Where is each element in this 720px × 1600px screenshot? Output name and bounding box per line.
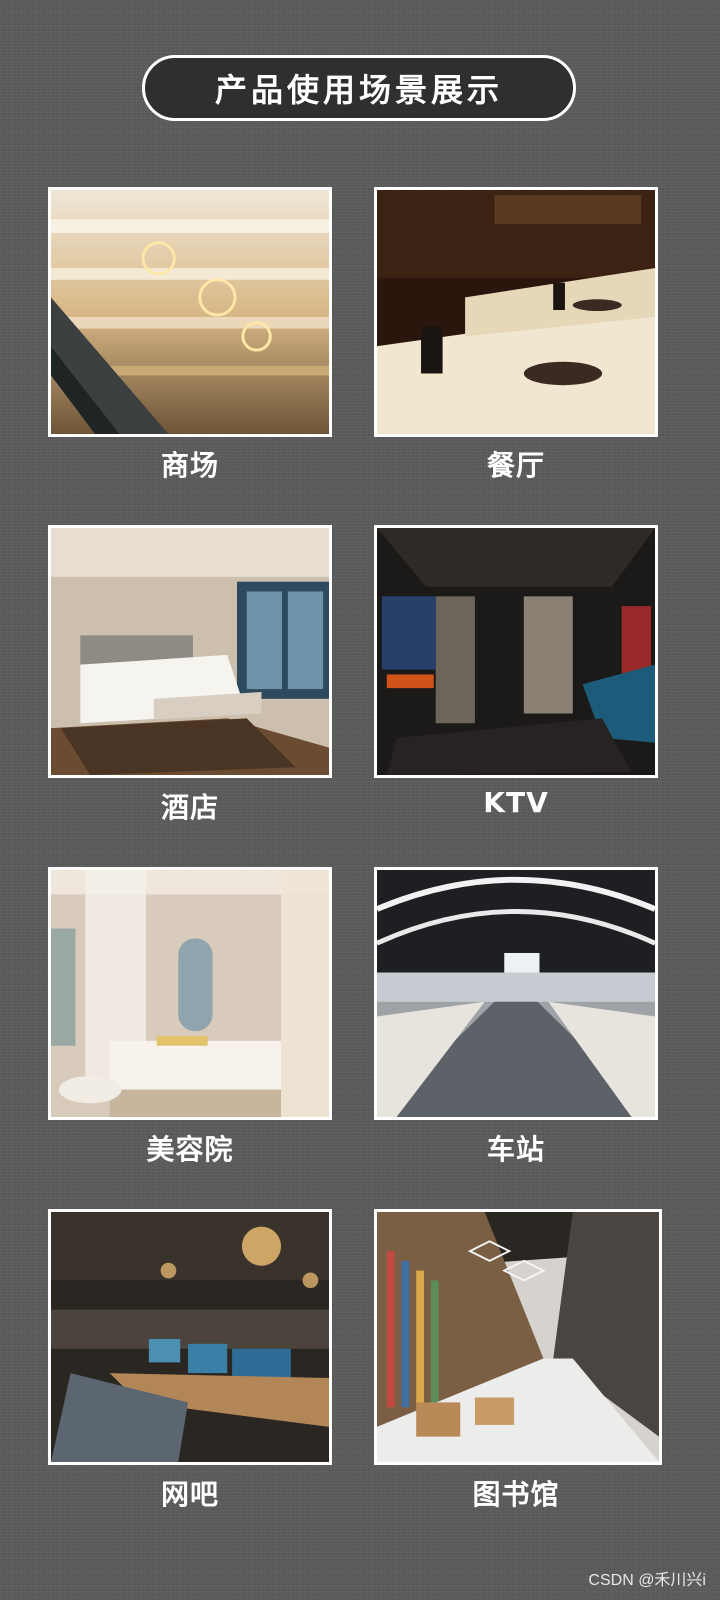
scene-image-beauty-salon <box>48 867 332 1120</box>
scene-label-ktv: KTV <box>483 786 549 819</box>
scene-image-mall <box>48 187 332 437</box>
scene-image-hotel <box>48 525 332 778</box>
scene-label-beauty-salon: 美容院 <box>146 1133 234 1166</box>
scene-image-internet-cafe <box>48 1209 332 1465</box>
scene-label-hotel: 酒店 <box>160 791 219 824</box>
scene-image-library <box>374 1209 662 1465</box>
page-title: 产品使用场景展示 <box>214 71 503 109</box>
title-banner: 产品使用场景展示 <box>142 55 576 121</box>
watermark: CSDN @禾川兴i <box>588 1572 706 1589</box>
scene-image-station <box>374 867 658 1120</box>
scene-image-restaurant <box>374 187 658 437</box>
scene-image-ktv <box>374 525 658 778</box>
scene-label-library: 图书馆 <box>472 1478 560 1511</box>
scene-label-internet-cafe: 网吧 <box>160 1478 219 1511</box>
scene-label-restaurant: 餐厅 <box>486 449 545 482</box>
scene-label-mall: 商场 <box>160 449 219 482</box>
scene-label-station: 车站 <box>486 1133 545 1166</box>
